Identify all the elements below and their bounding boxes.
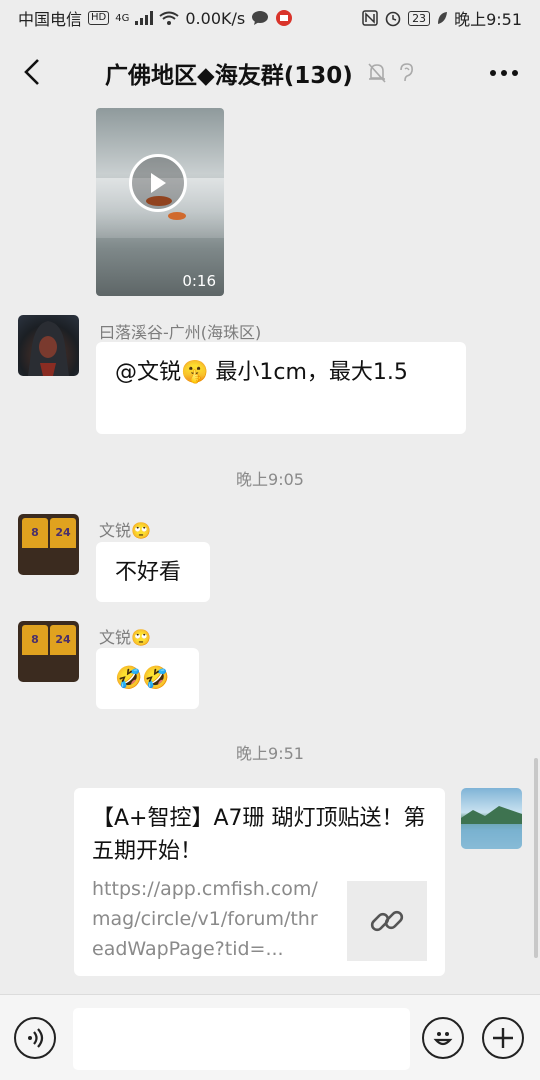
message-text: 🤣🤣 <box>115 666 170 691</box>
jersey-graphic: 24 <box>50 625 76 655</box>
alarm-icon <box>385 11 401 27</box>
jersey-graphic: 24 <box>50 518 76 548</box>
jersey-graphic: 8 <box>22 625 48 655</box>
status-left: 中国电信 HD 4G 0.00K/s <box>18 6 293 30</box>
avatar-self[interactable] <box>461 788 522 849</box>
earpiece-icon <box>399 63 413 82</box>
nfc-icon <box>362 10 378 26</box>
more-dots-icon <box>490 70 518 76</box>
sender-name: 文锐🙄 <box>99 521 151 540</box>
title-icons <box>367 62 415 84</box>
jersey-number-graphic: 8 <box>31 633 39 646</box>
sender-name: 曰落溪谷-广州(海珠区) <box>99 323 262 342</box>
link-card-title: 【A+智控】A7珊 瑚灯顶贴送！第五期开始！ <box>92 806 426 864</box>
status-right: 23 晚上9:51 <box>362 6 522 30</box>
carrier-label: 中国电信 <box>18 10 83 29</box>
smiley-icon <box>433 1032 453 1046</box>
more-functions-button[interactable] <box>482 1017 524 1059</box>
wifi-icon <box>159 11 179 25</box>
voice-input-button[interactable] <box>14 1017 56 1059</box>
message-bubble[interactable]: 🤣🤣 <box>96 648 199 709</box>
link-card[interactable]: 【A+智控】A7珊 瑚灯顶贴送！第五期开始！ https://app.cmfis… <box>74 788 445 976</box>
muted-bell-icon <box>368 63 386 83</box>
timestamp: 晚上9:51 <box>236 744 304 763</box>
emoji-button[interactable] <box>422 1017 464 1059</box>
clock-label: 晚上9:51 <box>454 10 522 29</box>
link-card-thumbnail <box>347 881 427 961</box>
jersey-number-graphic: 24 <box>55 526 71 539</box>
signal-icon <box>135 11 154 25</box>
input-bar <box>0 994 540 1080</box>
video-duration: 0:16 <box>182 272 216 290</box>
chevron-left-icon <box>24 59 39 85</box>
chat-header: 广佛地区◆海友群(130) <box>0 36 540 108</box>
more-options-button[interactable] <box>484 58 524 88</box>
play-icon <box>151 173 166 193</box>
plus-icon <box>493 1028 513 1048</box>
hd-icon: HD <box>88 11 110 25</box>
video-thumbnail-fish <box>168 212 186 220</box>
video-message[interactable]: 0:16 <box>96 108 224 296</box>
chat-title: 广佛地区◆海友群(130) <box>105 63 353 89</box>
jersey-number-graphic: 8 <box>31 526 39 539</box>
play-button[interactable] <box>129 154 187 212</box>
avatar-sender-1[interactable] <box>18 315 79 376</box>
message-text: 不好看 <box>115 560 182 585</box>
message-text: @文锐🤫 最小1cm，最大1.5 <box>115 360 408 385</box>
battery-icon: 23 <box>408 10 431 26</box>
back-button[interactable] <box>14 54 50 90</box>
message-input[interactable] <box>73 1008 410 1070</box>
chat-area[interactable]: 0:16 曰落溪谷-广州(海珠区) @文锐🤫 最小1cm，最大1.5 晚上9:0… <box>0 108 540 994</box>
jersey-graphic: 8 <box>22 518 48 548</box>
jersey-number-graphic: 24 <box>55 633 71 646</box>
hooded-figure-icon <box>28 321 69 376</box>
sender-name: 文锐🙄 <box>99 628 151 647</box>
message-bubble[interactable]: 不好看 <box>96 542 210 602</box>
avatar-sender-2[interactable]: 8 24 <box>18 621 79 682</box>
app-notification-icon <box>276 10 293 26</box>
message-bubble[interactable]: @文锐🤫 最小1cm，最大1.5 <box>96 342 466 434</box>
leaf-icon <box>438 12 448 24</box>
network-type-label: 4G <box>115 12 130 24</box>
link-card-url: https://app.cmfish.com/mag/circle/v1/for… <box>92 878 318 960</box>
voice-icon <box>28 1028 44 1048</box>
network-speed-label: 0.00K/s <box>185 8 246 28</box>
chat-scrollbar[interactable] <box>534 758 538 958</box>
chat-bubble-icon <box>252 11 269 25</box>
landscape-image-icon <box>461 806 522 849</box>
chat-title-wrap: 广佛地区◆海友群(130) <box>105 56 415 90</box>
avatar-sender-2[interactable]: 8 24 <box>18 514 79 575</box>
link-icon <box>370 910 404 932</box>
status-bar: 中国电信 HD 4G 0.00K/s 23 晚上9:51 <box>0 0 540 36</box>
timestamp: 晚上9:05 <box>236 470 304 489</box>
